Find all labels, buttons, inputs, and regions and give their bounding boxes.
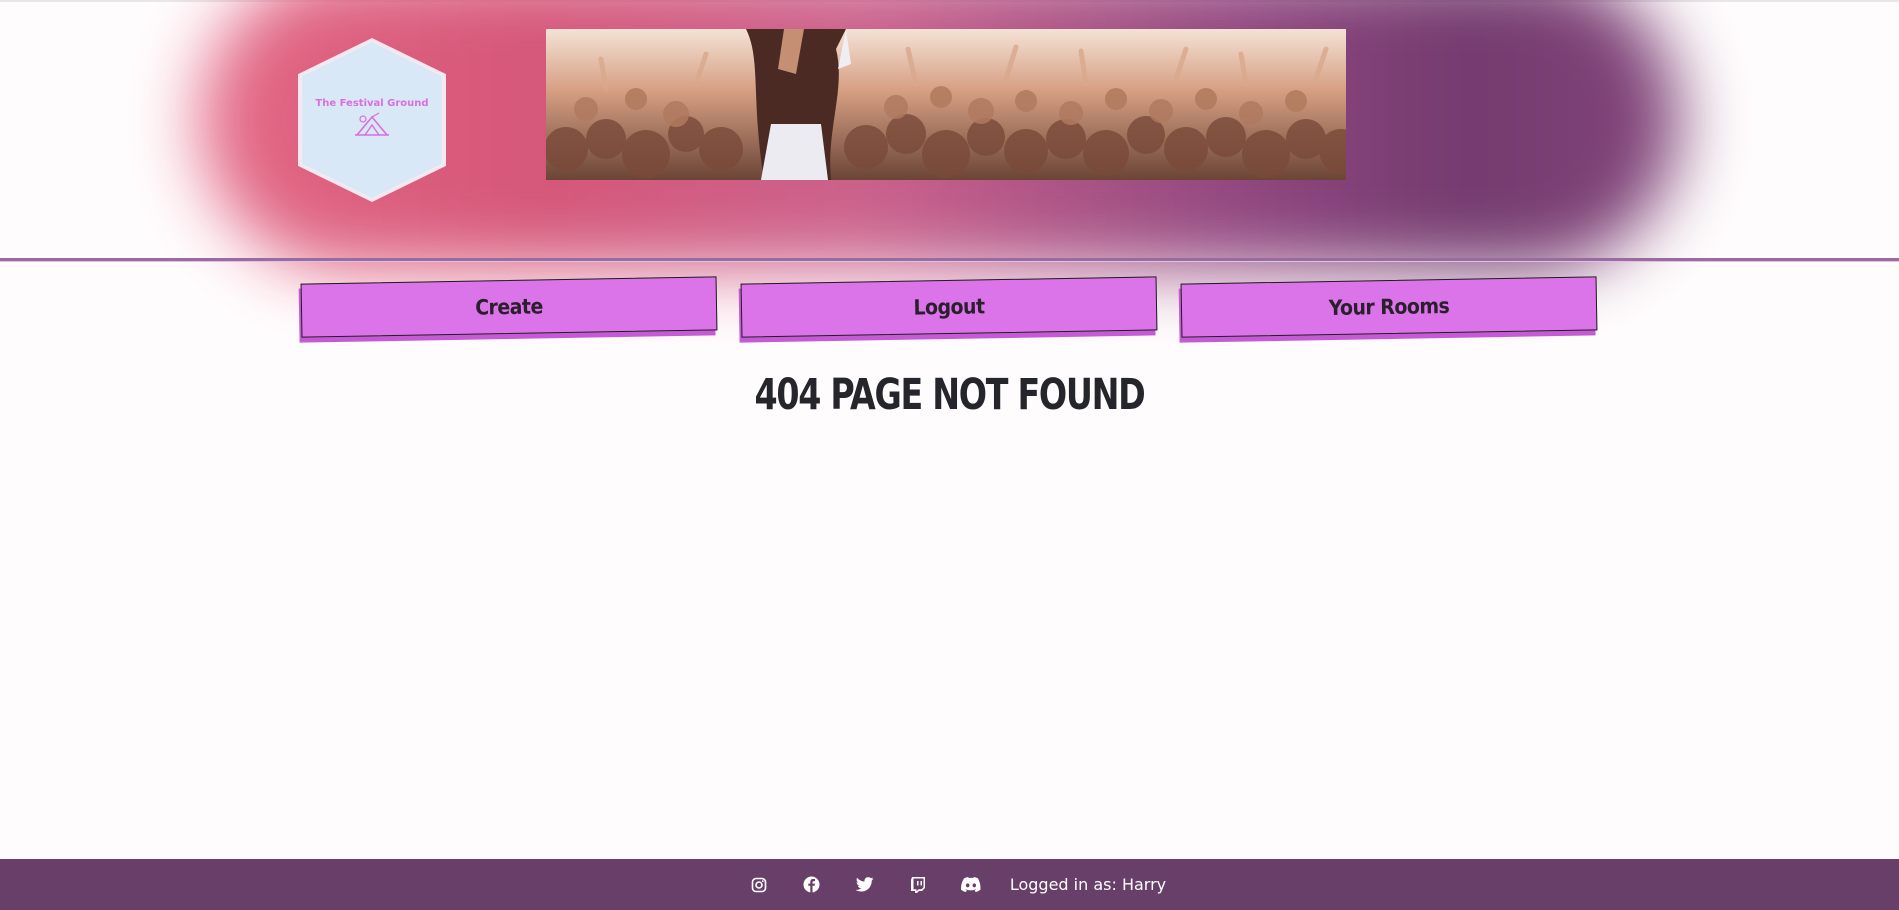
footer: Logged in as: Harry <box>0 859 1899 910</box>
twitter-icon[interactable] <box>855 875 875 895</box>
discord-icon[interactable] <box>960 875 981 895</box>
logo-text: The Festival Ground <box>315 98 429 109</box>
tent-icon <box>353 111 391 142</box>
logged-in-prefix: Logged in as: <box>1009 875 1117 894</box>
logged-in-status: Logged in as: Harry <box>1010 875 1166 894</box>
page-title: 404 PAGE NOT FOUND <box>754 370 1145 420</box>
facebook-icon[interactable] <box>802 875 822 895</box>
create-button[interactable]: Create <box>300 276 718 338</box>
logout-button[interactable]: Logout <box>740 276 1158 338</box>
logo-badge: The Festival Ground <box>302 42 442 198</box>
festival-crowd-banner <box>546 29 1346 180</box>
your-rooms-button[interactable]: Your Rooms <box>1180 276 1598 338</box>
header-divider-shadow <box>0 261 1899 262</box>
page: The Festival Ground Create Logout Your R… <box>0 0 1899 910</box>
instagram-icon[interactable] <box>749 875 769 895</box>
twitch-icon[interactable] <box>908 875 928 895</box>
logged-in-username: Harry <box>1121 875 1167 894</box>
